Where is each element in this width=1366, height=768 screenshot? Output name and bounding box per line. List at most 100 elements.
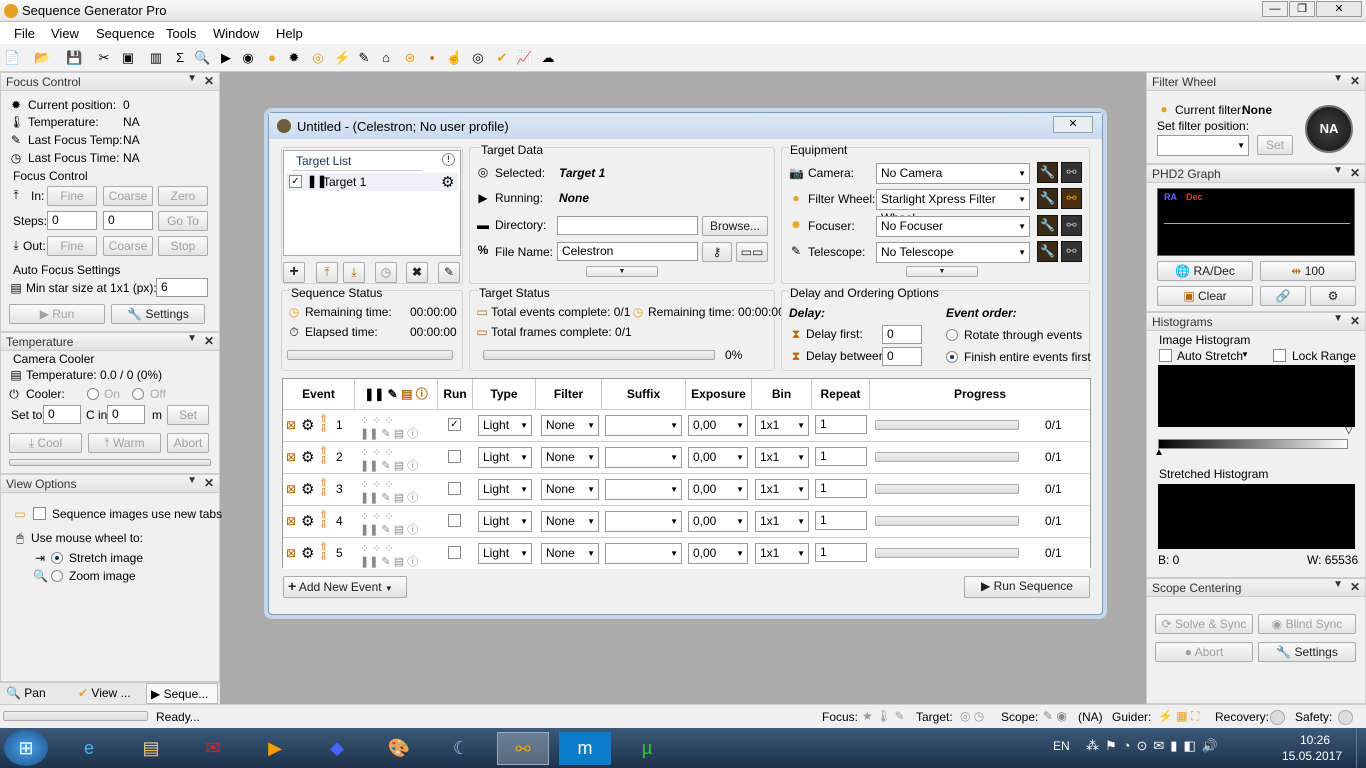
run-checkbox[interactable]: ✓ bbox=[448, 418, 461, 431]
event-row[interactable]: ⊠⚙⇧⇩4⁘ ⁘ ⁘❚❚ ✎ ▤ ⓘLightNone0,001x110/1 bbox=[283, 505, 1090, 537]
dropdown-icon[interactable]: ▼ bbox=[187, 333, 197, 344]
gear-icon[interactable]: ⚙ bbox=[301, 416, 314, 434]
info-icon[interactable]: ! bbox=[442, 153, 455, 166]
fw-connect-icon[interactable]: ⚯ bbox=[1061, 188, 1082, 209]
repeat-input[interactable]: 1 bbox=[815, 447, 867, 466]
exposure-select[interactable]: 0,00 bbox=[688, 479, 748, 500]
explorer-icon[interactable]: ▤ bbox=[125, 732, 177, 765]
menu-sequence[interactable]: Sequence bbox=[96, 26, 155, 41]
focuser-connect-icon[interactable]: ⚯ bbox=[1061, 215, 1082, 236]
guider-icon[interactable]: ◎ bbox=[310, 50, 326, 66]
new-tabs-checkbox[interactable] bbox=[33, 507, 46, 520]
phd-settings-icon[interactable]: ⚙ bbox=[1310, 286, 1356, 306]
gear-icon[interactable]: ⚙ bbox=[301, 448, 314, 466]
delay-first-input[interactable]: 0 bbox=[882, 325, 922, 344]
dropdown-icon[interactable]: ▼ bbox=[187, 475, 197, 486]
bin-select[interactable]: 1x1 bbox=[755, 479, 809, 500]
flat-icon[interactable]: ⚡ bbox=[334, 50, 350, 66]
solve-sync-button[interactable]: ⟳ Solve & Sync bbox=[1155, 614, 1253, 634]
stop-button[interactable]: Stop bbox=[158, 236, 208, 256]
fine-out-button[interactable]: Fine bbox=[47, 236, 97, 256]
delete-event-icon[interactable]: ⊠ bbox=[286, 546, 296, 560]
white-point-handle[interactable]: ▽ bbox=[1345, 425, 1353, 436]
suffix-select[interactable] bbox=[605, 415, 682, 436]
paint-icon[interactable]: 🎨 bbox=[373, 732, 425, 765]
suffix-select[interactable] bbox=[605, 543, 682, 564]
steps-coarse-input[interactable]: 0 bbox=[103, 211, 153, 230]
clock-icon[interactable]: ◷ bbox=[375, 262, 397, 283]
scale-button[interactable]: ⇹ 100 bbox=[1260, 261, 1356, 281]
rotator-icon[interactable]: ⊛ bbox=[402, 50, 418, 66]
close-button[interactable]: ✕ bbox=[1316, 1, 1362, 17]
edit-target-icon[interactable]: ✎ bbox=[438, 262, 460, 283]
gear-icon[interactable]: ⚙ bbox=[301, 480, 314, 498]
fine-in-button[interactable]: Fine bbox=[47, 186, 97, 206]
centering-settings-button[interactable]: 🔧 Settings bbox=[1258, 642, 1356, 662]
gear-icon[interactable]: ⚙ bbox=[301, 544, 314, 562]
target-row[interactable]: ✓ ❚❚ Target 1 ⚙ bbox=[286, 173, 458, 191]
menu-file[interactable]: File bbox=[14, 26, 35, 41]
telescope-connect-icon[interactable]: ⚯ bbox=[1061, 241, 1082, 262]
glasses-icon[interactable]: ▭▭ bbox=[736, 242, 768, 262]
close-icon[interactable]: ✕ bbox=[1350, 166, 1360, 180]
dropdown-icon[interactable]: ▼ bbox=[187, 73, 197, 84]
set-button[interactable]: Set bbox=[167, 405, 209, 425]
repeat-input[interactable]: 1 bbox=[815, 511, 867, 530]
clock-time[interactable]: 10:26 bbox=[1300, 733, 1330, 747]
gear-icon[interactable]: ⚙ bbox=[441, 173, 454, 191]
dropdown-icon[interactable]: ▼ bbox=[1333, 313, 1343, 324]
menu-view[interactable]: View bbox=[51, 26, 79, 41]
steps-fine-input[interactable]: 0 bbox=[47, 211, 97, 230]
telescope-settings-icon[interactable]: 🔧 bbox=[1037, 241, 1058, 262]
stretch-radio[interactable] bbox=[51, 552, 63, 564]
dropdown-icon[interactable]: ▼ bbox=[1333, 73, 1343, 84]
delay-between-input[interactable]: 0 bbox=[882, 347, 922, 366]
telescope-select[interactable]: No Telescope bbox=[876, 242, 1030, 263]
suffix-select[interactable] bbox=[605, 511, 682, 532]
telescope-icon[interactable]: ✎ bbox=[356, 50, 372, 66]
check-icon[interactable]: ✔ bbox=[494, 50, 510, 66]
utorrent-icon[interactable]: µ bbox=[621, 732, 673, 765]
event-row[interactable]: ⊠⚙⇧⇩1⁘ ⁘ ⁘❚❚ ✎ ▤ ⓘ✓LightNone0,001x110/1 bbox=[283, 409, 1090, 441]
add-target-button[interactable]: + bbox=[283, 262, 305, 283]
close-icon[interactable]: ✕ bbox=[1350, 74, 1360, 88]
dome-icon[interactable]: ⌂ bbox=[378, 50, 394, 66]
new-icon[interactable]: 📄 bbox=[4, 50, 20, 66]
cube-icon[interactable]: ◆ bbox=[311, 732, 363, 765]
maximize-button[interactable]: ❐ bbox=[1289, 1, 1315, 17]
expand-equipment-button[interactable]: ▼ bbox=[906, 266, 978, 277]
clear-button[interactable]: ▣ Clear bbox=[1157, 286, 1253, 306]
reorder-icon[interactable]: ⇧ ⇩ bbox=[319, 478, 328, 499]
auto-stretch-checkbox[interactable] bbox=[1159, 349, 1172, 362]
reorder-icon[interactable]: ⇧ ⇩ bbox=[319, 446, 328, 467]
run-checkbox[interactable] bbox=[448, 450, 461, 463]
hand-icon[interactable]: ☝ bbox=[446, 50, 462, 66]
event-row[interactable]: ⊠⚙⇧⇩3⁘ ⁘ ⁘❚❚ ✎ ▤ ⓘLightNone0,001x110/1 bbox=[283, 473, 1090, 505]
sigma-icon[interactable]: Σ bbox=[172, 50, 188, 66]
minutes-input[interactable]: 0 bbox=[107, 405, 145, 424]
filename-input[interactable]: Celestron bbox=[557, 242, 698, 261]
filter-select[interactable]: None bbox=[541, 479, 599, 500]
filter-select[interactable]: None bbox=[541, 511, 599, 532]
set-filter-button[interactable]: Set bbox=[1257, 135, 1293, 155]
rotate-radio[interactable] bbox=[946, 329, 958, 341]
camera-settings-icon[interactable]: 🔧 bbox=[1037, 162, 1058, 183]
dropdown-icon[interactable]: ▼ bbox=[1333, 579, 1343, 590]
show-desktop-button[interactable] bbox=[1356, 728, 1366, 768]
event-row[interactable]: ⊠⚙⇧⇩2⁘ ⁘ ⁘❚❚ ✎ ▤ ⓘLightNone0,001x110/1 bbox=[283, 441, 1090, 473]
exposure-select[interactable]: 0,00 bbox=[688, 511, 748, 532]
maxthon-icon[interactable]: m bbox=[559, 732, 611, 765]
delete-event-icon[interactable]: ⊠ bbox=[286, 482, 296, 496]
bin-select[interactable]: 1x1 bbox=[755, 415, 809, 436]
cool-button[interactable]: ⤓ Cool bbox=[9, 433, 82, 453]
af-run-button[interactable]: ▶ Run bbox=[9, 304, 105, 324]
dropdown-icon[interactable]: ▼ bbox=[1333, 165, 1343, 176]
menu-tools[interactable]: Tools bbox=[166, 26, 196, 41]
close-icon[interactable]: ✕ bbox=[204, 476, 214, 490]
open-icon[interactable]: 📂 bbox=[34, 50, 50, 66]
target-icon[interactable]: ◉ bbox=[240, 50, 256, 66]
finish-radio[interactable] bbox=[946, 351, 958, 363]
coarse-out-button[interactable]: Coarse bbox=[103, 236, 153, 256]
event-option-icons[interactable]: ❚❚ ✎ ▤ ⓘ bbox=[360, 553, 418, 569]
media-icon[interactable]: ▶ bbox=[249, 732, 301, 765]
